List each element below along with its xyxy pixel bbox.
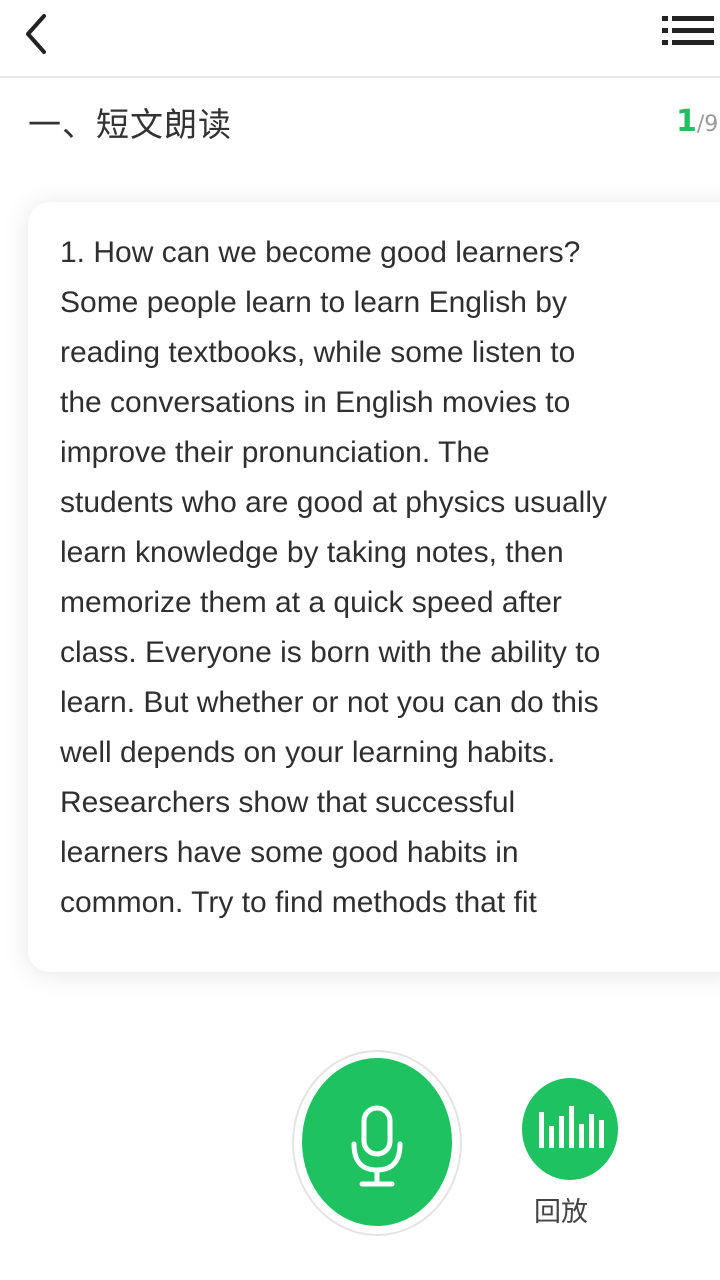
- passage-line: learn knowledge by taking notes, then: [60, 536, 564, 569]
- total-pages: /9: [696, 112, 719, 137]
- passage-text: 1. How can we become good learners? Some…: [60, 228, 700, 928]
- playback-button[interactable]: [522, 1078, 618, 1180]
- top-bar: [0, 0, 720, 78]
- menu-button[interactable]: [658, 8, 718, 54]
- passage-line: memorize them at a quick speed after: [60, 586, 562, 619]
- list-menu-icon: [662, 16, 714, 45]
- passage-line: common. Try to find methods that fit: [60, 886, 537, 919]
- passage-line: the conversations in English movies to: [60, 386, 571, 419]
- playback-label: 回放: [534, 1197, 588, 1228]
- passage-line: Researchers show that successful: [60, 786, 516, 819]
- passage-line: 1. How can we become good learners?: [60, 236, 581, 269]
- audio-bars-icon: [539, 1106, 604, 1148]
- current-page: 1: [676, 104, 697, 139]
- passage-line: students who are good at physics usually: [60, 486, 607, 519]
- passage-line: learn. But whether or not you can do thi…: [60, 686, 599, 719]
- passage-line: class. Everyone is born with the ability…: [60, 636, 601, 669]
- page-counter: 1/9: [676, 104, 718, 139]
- passage-line: reading textbooks, while some listen to: [60, 336, 576, 369]
- back-button[interactable]: [18, 8, 58, 60]
- chevron-left-icon: [26, 14, 46, 54]
- passage-line: learners have some good habits in: [60, 836, 519, 869]
- microphone-icon: [351, 1105, 403, 1187]
- passage-line: Some people learn to learn English by: [60, 286, 567, 319]
- passage-line: well depends on your learning habits.: [60, 736, 556, 769]
- record-button[interactable]: [302, 1058, 452, 1226]
- section-title: 一、短文朗读: [28, 105, 232, 144]
- passage-line: improve their pronunciation. The: [60, 436, 490, 469]
